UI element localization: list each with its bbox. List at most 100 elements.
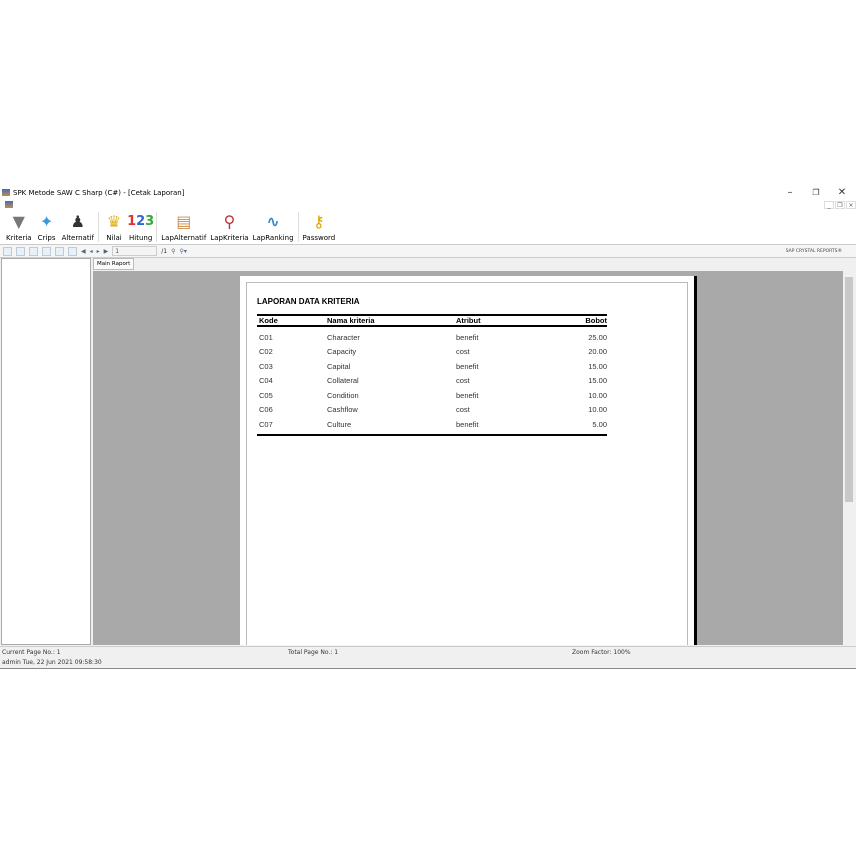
line-chart-icon: ∿ xyxy=(266,211,280,231)
tab-main-raport[interactable]: Main Raport xyxy=(93,258,135,270)
table-cell: C02 xyxy=(259,347,273,357)
table-cell: Condition xyxy=(327,390,359,400)
lapkriteria-button[interactable]: ⚲ LapKriteria xyxy=(208,210,250,244)
app-icon xyxy=(2,189,10,196)
report-page: LAPORAN DATA KRITERIA Kode Nama kriteria… xyxy=(240,276,694,645)
page-total: /1 xyxy=(161,247,168,255)
table-cell: cost xyxy=(456,405,470,415)
user-icon: ♟ xyxy=(70,211,85,231)
brand-label: SAP CRYSTAL REPORTS® xyxy=(785,248,842,254)
table-cell: Character xyxy=(327,332,360,342)
table-cell: 20.00 xyxy=(588,347,607,357)
table-cell: C04 xyxy=(259,376,273,386)
group-tree-panel xyxy=(1,258,91,645)
table-row: C03 Capital benefit 15.00 xyxy=(257,359,607,374)
toggle-group-tree-icon[interactable] xyxy=(55,246,64,256)
table-cell: Capital xyxy=(327,361,351,371)
total-page-status: Total Page No.: 1 xyxy=(288,649,339,656)
table-cell: benefit xyxy=(456,390,479,400)
table-header: Kode Nama kriteria Atribut Bobot xyxy=(257,314,607,327)
table-row: C04 Collateral cost 15.00 xyxy=(257,374,607,389)
table-cell: C03 xyxy=(259,361,273,371)
table-cell: C06 xyxy=(259,405,273,415)
table-cell: Cashflow xyxy=(327,405,358,415)
report-canvas: LAPORAN DATA KRITERIA Kode Nama kriteria… xyxy=(93,271,843,645)
separator xyxy=(98,212,99,242)
table-cell: 25.00 xyxy=(588,332,607,342)
minimize-button[interactable]: – xyxy=(777,185,803,200)
mdi-child-icon xyxy=(5,201,13,208)
first-page-icon[interactable]: ◀ xyxy=(81,248,86,255)
status-bar: Current Page No.: 1 Total Page No.: 1 Zo… xyxy=(0,646,856,657)
separator xyxy=(156,212,158,242)
report-chart-icon: ▤ xyxy=(176,211,192,231)
current-page-status: Current Page No.: 1 xyxy=(2,649,61,656)
title-bar: SPK Metode SAW C Sharp (C#) - [Cetak Lap… xyxy=(0,185,856,200)
next-page-icon[interactable]: ▸ xyxy=(97,248,100,255)
find-icon[interactable]: ⚲ xyxy=(171,248,175,255)
kriteria-button[interactable]: ▼ Kriteria xyxy=(4,210,34,244)
divider xyxy=(257,433,607,436)
table-cell: Capacity xyxy=(327,347,357,357)
hitung-button[interactable]: 1 2 3 Hitung xyxy=(127,210,154,244)
table-row: C07 Culture benefit 5.00 xyxy=(257,417,607,432)
maximize-button[interactable]: ❐ xyxy=(803,185,829,200)
table-cell: C05 xyxy=(259,390,273,400)
zoom-factor-status: Zoom Factor: 100% xyxy=(572,649,631,656)
main-toolbar: ▼ Kriteria ✦ Crips ♟ Alternatif ♛ Nilai 123H… xyxy=(0,210,856,245)
scroll-thumb[interactable] xyxy=(845,277,853,502)
table-row: C02 Capacity cost 20.00 xyxy=(257,345,607,360)
separator xyxy=(297,212,299,242)
table-cell: Culture xyxy=(327,419,352,429)
last-page-icon[interactable]: ▶ xyxy=(104,248,109,255)
table-row: C05 Condition benefit 10.00 xyxy=(257,388,607,403)
report-table: Kode Nama kriteria Atribut Bobot C01 Char… xyxy=(257,314,607,436)
page-number-input[interactable]: 1 xyxy=(112,246,158,256)
vertical-scrollbar[interactable] xyxy=(843,271,855,645)
table-cell: 10.00 xyxy=(588,390,607,400)
refresh-icon[interactable] xyxy=(29,246,38,256)
export-icon[interactable] xyxy=(3,246,12,256)
print-icon[interactable] xyxy=(16,246,25,256)
table-cell: Collateral xyxy=(327,376,359,386)
window-title: SPK Metode SAW C Sharp (C#) - [Cetak Lap… xyxy=(13,188,185,197)
table-cell: C07 xyxy=(259,419,273,429)
table-cell: 15.00 xyxy=(588,376,607,386)
user-status: admin Tue, 22 Jun 2021 09:58:30 xyxy=(2,659,102,666)
toggle-parameter-panel-icon[interactable] xyxy=(68,246,77,256)
table-cell: benefit xyxy=(456,419,479,429)
zoom-dropdown-icon[interactable]: ⚲▾ xyxy=(180,248,187,255)
app-window: SPK Metode SAW C Sharp (C#) - [Cetak Lap… xyxy=(0,185,856,669)
arrows-in-icon: ✦ xyxy=(39,211,54,231)
numbers-icon: 123 xyxy=(127,213,155,229)
crips-button[interactable]: ✦ Crips xyxy=(34,210,60,244)
table-cell: 5.00 xyxy=(592,419,607,429)
mdi-restore-button[interactable]: ❐ xyxy=(835,201,845,209)
copy-icon[interactable] xyxy=(42,246,51,256)
lapranking-button[interactable]: ∿ LapRanking xyxy=(251,210,296,244)
table-cell: cost xyxy=(456,347,470,357)
alternatif-button[interactable]: ♟ Alternatif xyxy=(60,210,96,244)
keys-icon: ⚷ xyxy=(313,211,325,231)
mdi-close-button[interactable]: × xyxy=(846,201,856,209)
table-cell: C01 xyxy=(259,332,273,342)
table-cell: cost xyxy=(456,376,470,386)
magnifier-report-icon: ⚲ xyxy=(223,211,236,231)
password-button[interactable]: ⚷ Password xyxy=(301,210,338,244)
funnel-icon: ▼ xyxy=(12,211,25,231)
table-cell: benefit xyxy=(456,361,479,371)
report-tabs: Main Raport xyxy=(93,258,135,270)
viewer-toolbar: ◀ ◂ ▸ ▶ 1 /1 ⚲ ⚲▾ SAP CRYSTAL REPORTS® xyxy=(0,245,856,258)
previous-page-icon[interactable]: ◂ xyxy=(90,248,93,255)
table-row: C06 Cashflow cost 10.00 xyxy=(257,403,607,418)
table-cell: 10.00 xyxy=(588,405,607,415)
crown-icon: ♛ xyxy=(106,211,122,231)
table-cell: benefit xyxy=(456,332,479,342)
mdi-bar: _ ❐ × xyxy=(0,200,856,210)
close-button[interactable]: ✕ xyxy=(829,185,855,200)
mdi-minimize-button[interactable]: _ xyxy=(824,201,834,209)
lapalternatif-button[interactable]: ▤ LapAlternatif xyxy=(159,210,208,244)
table-cell: 15.00 xyxy=(588,361,607,371)
nilai-button[interactable]: ♛ Nilai xyxy=(101,210,127,244)
table-row: C01 Character benefit 25.00 xyxy=(257,330,607,345)
